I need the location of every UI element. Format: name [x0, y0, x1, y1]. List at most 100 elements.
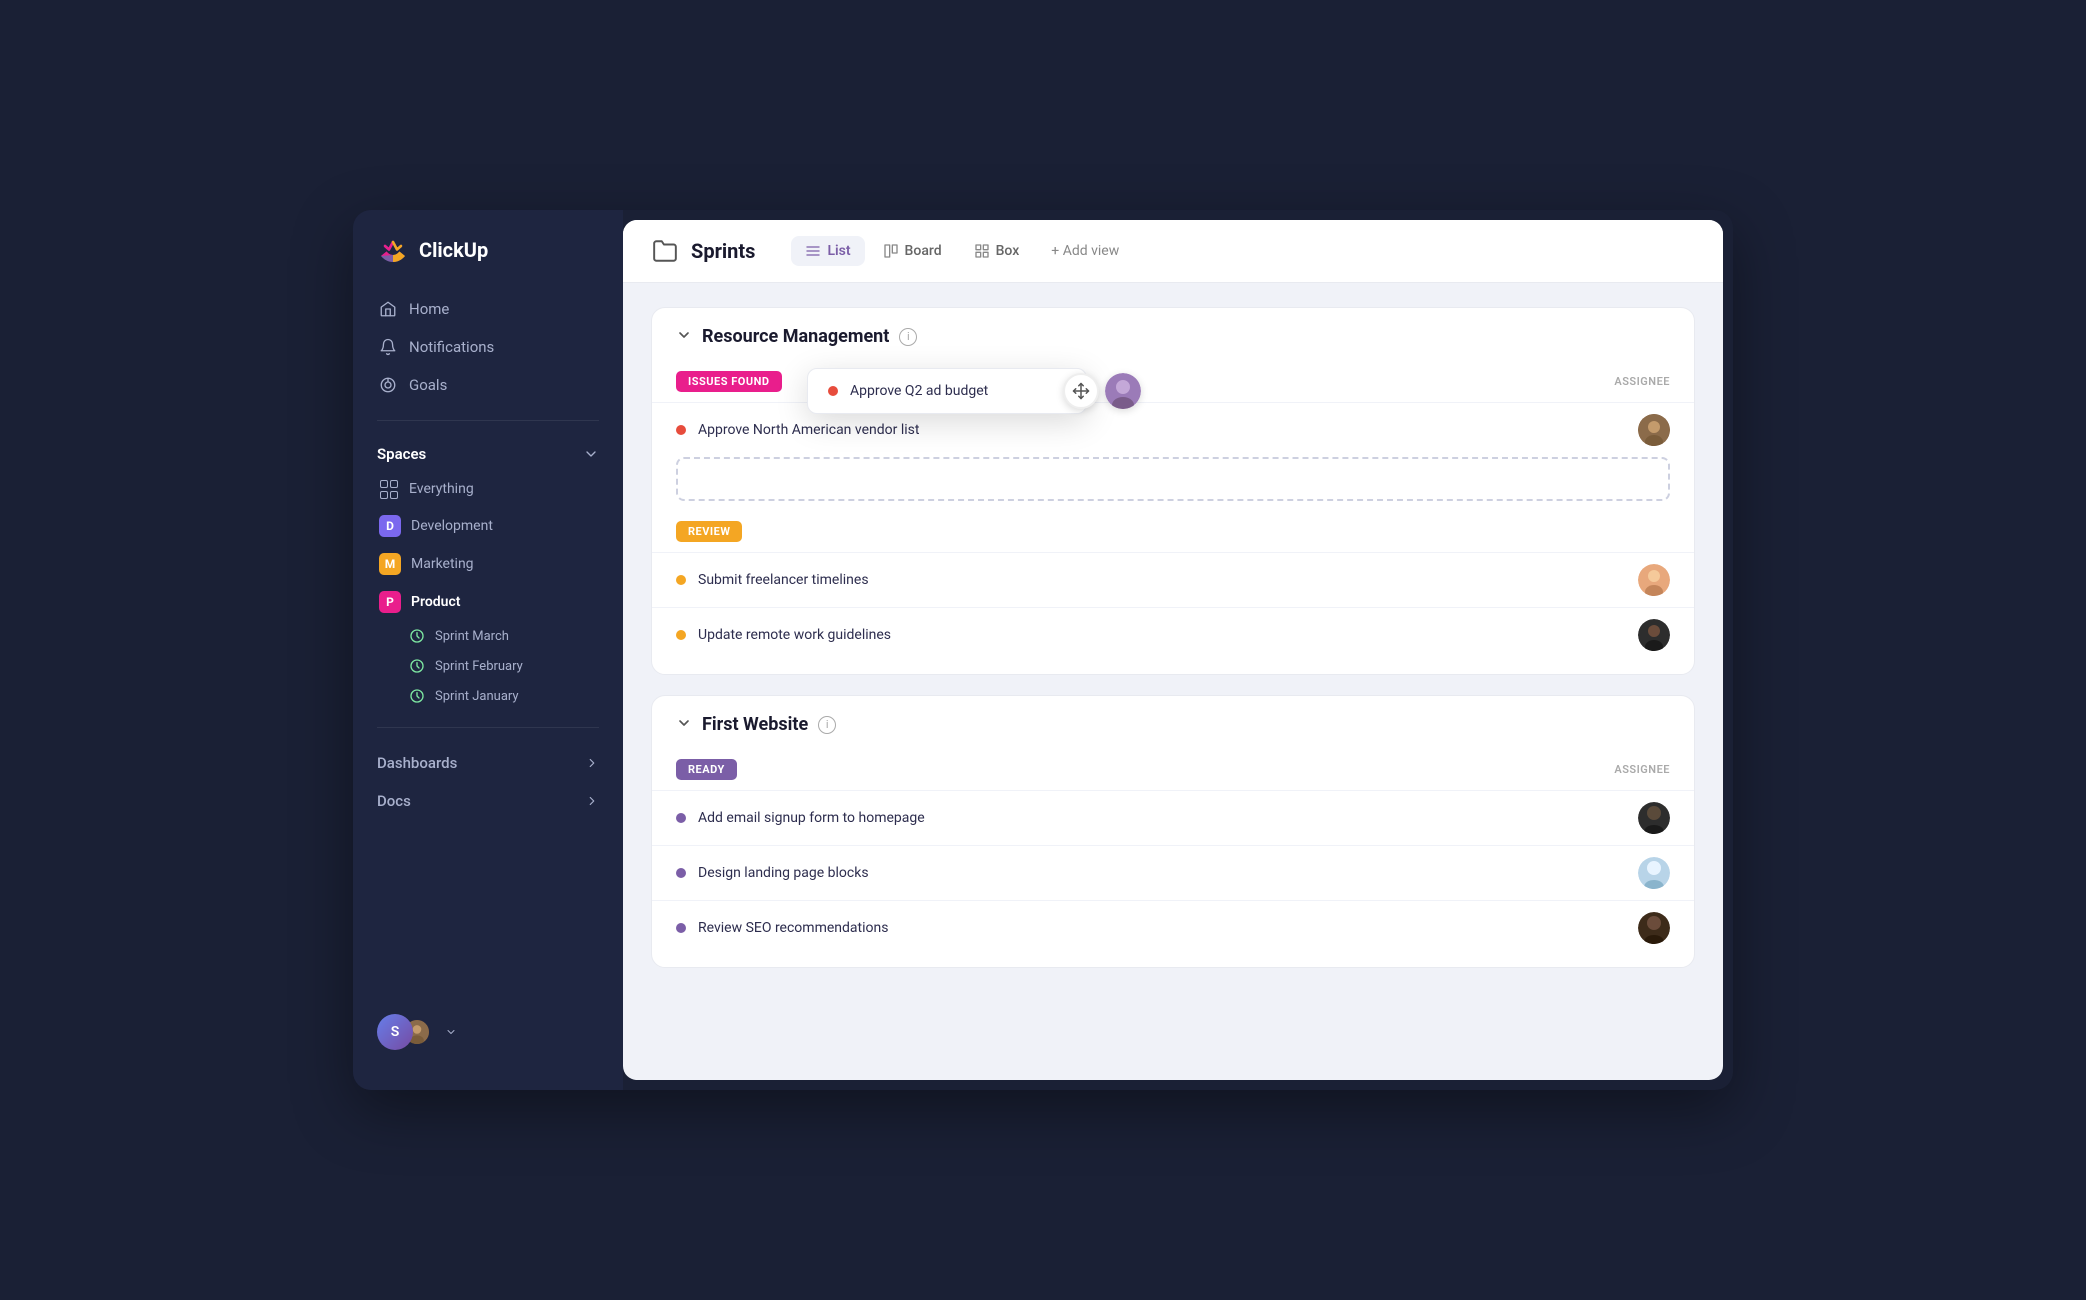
dashboards-label: Dashboards — [377, 754, 457, 772]
website-collapse-icon[interactable] — [676, 715, 692, 735]
sidebar-item-notifications[interactable]: Notifications — [365, 328, 611, 366]
assignee-column-label-1: ASSIGNEE — [1614, 375, 1670, 388]
sidebar-item-development[interactable]: D Development — [365, 507, 611, 545]
sidebar-item-product[interactable]: P Product — [365, 583, 611, 621]
tab-board[interactable]: Board — [869, 236, 956, 266]
task-name-web-2: Design landing page blocks — [698, 865, 869, 881]
list-icon — [805, 243, 821, 259]
task-left-web-2: Design landing page blocks — [676, 865, 869, 881]
task-dot-purple-3 — [676, 923, 686, 933]
sidebar-item-dashboards[interactable]: Dashboards — [353, 744, 623, 782]
resource-management-header: Resource Management i — [652, 308, 1694, 361]
drag-task-name: Approve Q2 ad budget — [850, 383, 988, 399]
tab-board-label: Board — [905, 243, 942, 259]
task-left-web-3: Review SEO recommendations — [676, 920, 888, 936]
board-icon — [883, 243, 899, 259]
box-icon — [974, 243, 990, 259]
avatar-face-web-1 — [1638, 802, 1670, 834]
app-container: ClickUp Home No — [353, 210, 1733, 1090]
first-website-info-icon[interactable]: i — [818, 716, 836, 734]
page-title-area: Sprints — [651, 237, 755, 265]
tab-list-label: List — [827, 243, 850, 259]
assignee-column-label-2: ASSIGNEE — [1614, 763, 1670, 776]
first-website-header: First Website i — [652, 696, 1694, 749]
sprint-march-icon — [409, 628, 425, 644]
avatar-face-review-1 — [1638, 564, 1670, 596]
app-name: ClickUp — [419, 238, 488, 262]
resource-info-icon[interactable]: i — [899, 328, 917, 346]
page-title: Sprints — [691, 239, 755, 263]
sidebar-item-home[interactable]: Home — [365, 290, 611, 328]
add-view-button[interactable]: + Add view — [1037, 236, 1133, 266]
sprint-february-icon — [409, 658, 425, 674]
task-name-review-1: Submit freelancer timelines — [698, 572, 869, 588]
sprint-february-label: Sprint February — [435, 659, 523, 674]
sidebar: ClickUp Home No — [353, 210, 623, 1090]
marketing-label: Marketing — [411, 556, 474, 572]
everything-label: Everything — [409, 481, 474, 497]
sprint-march-label: Sprint March — [435, 629, 509, 644]
review-badge: REVIEW — [676, 521, 742, 542]
everything-icon — [379, 479, 399, 499]
sidebar-item-sprint-march[interactable]: Sprint March — [365, 621, 611, 651]
tab-list[interactable]: List — [791, 236, 864, 266]
bell-icon — [379, 338, 397, 356]
avatar-1 — [1638, 414, 1670, 446]
drag-move-icon — [1063, 373, 1099, 409]
review-badge-row: REVIEW — [652, 511, 1694, 552]
avatar-face-review-2 — [1638, 619, 1670, 651]
task-left-review-2: Update remote work guidelines — [676, 627, 891, 643]
table-row[interactable]: Update remote work guidelines — [652, 607, 1694, 662]
task-dot-purple-1 — [676, 813, 686, 823]
web-card-bottom-padding — [652, 955, 1694, 967]
task-name-web-3: Review SEO recommendations — [698, 920, 888, 936]
sidebar-item-marketing[interactable]: M Marketing — [365, 545, 611, 583]
task-assignee-1 — [1638, 414, 1670, 446]
logo[interactable]: ClickUp — [353, 234, 623, 290]
development-label: Development — [411, 518, 493, 534]
task-assignee-web-3 — [1638, 912, 1670, 944]
drag-task-dot — [828, 386, 838, 396]
sidebar-item-goals-label: Goals — [409, 376, 447, 394]
sidebar-item-home-label: Home — [409, 300, 449, 318]
tab-box[interactable]: Box — [960, 236, 1034, 266]
resource-management-title: Resource Management — [702, 326, 889, 347]
sidebar-divider-2 — [377, 727, 599, 728]
sidebar-item-everything[interactable]: Everything — [365, 471, 611, 507]
issues-found-badge: ISSUES FOUND — [676, 371, 782, 392]
marketing-badge: M — [379, 553, 401, 575]
resource-management-card: Resource Management i ISSUES FOUND ASSIG… — [651, 307, 1695, 675]
resource-collapse-icon[interactable] — [676, 327, 692, 347]
avatar-face-1 — [1638, 414, 1670, 446]
sidebar-divider — [377, 420, 599, 421]
task-dot-red-1 — [676, 425, 686, 435]
content-area: Resource Management i ISSUES FOUND ASSIG… — [623, 283, 1723, 1080]
task-name-web-1: Add email signup form to homepage — [698, 810, 925, 826]
sidebar-item-sprint-january[interactable]: Sprint January — [365, 681, 611, 711]
first-website-title: First Website — [702, 714, 808, 735]
table-row[interactable]: Review SEO recommendations — [652, 900, 1694, 955]
chevron-right-dashboards-icon — [585, 756, 599, 770]
task-assignee-web-1 — [1638, 802, 1670, 834]
sidebar-item-docs[interactable]: Docs — [353, 782, 623, 820]
folder-icon — [651, 237, 679, 265]
task-name-review-2: Update remote work guidelines — [698, 627, 891, 643]
table-row[interactable]: Submit freelancer timelines — [652, 552, 1694, 607]
drag-user-face — [1105, 373, 1141, 409]
user-profile[interactable]: S — [353, 998, 623, 1066]
drag-user-avatar — [1105, 373, 1141, 409]
task-left-review-1: Submit freelancer timelines — [676, 572, 869, 588]
table-row[interactable]: Design landing page blocks — [652, 845, 1694, 900]
sidebar-item-sprint-february[interactable]: Sprint February — [365, 651, 611, 681]
user-avatar-bg: S — [377, 1014, 413, 1050]
sprint-january-icon — [409, 688, 425, 704]
sidebar-item-goals[interactable]: Goals — [365, 366, 611, 404]
development-badge: D — [379, 515, 401, 537]
table-row[interactable]: Add email signup form to homepage — [652, 790, 1694, 845]
avatar-face-web-3 — [1638, 912, 1670, 944]
avatar-face-web-2 — [1638, 857, 1670, 889]
task-assignee-review-2 — [1638, 619, 1670, 651]
spaces-header[interactable]: Spaces — [353, 437, 623, 471]
docs-label: Docs — [377, 792, 411, 810]
move-icon — [1072, 382, 1090, 400]
